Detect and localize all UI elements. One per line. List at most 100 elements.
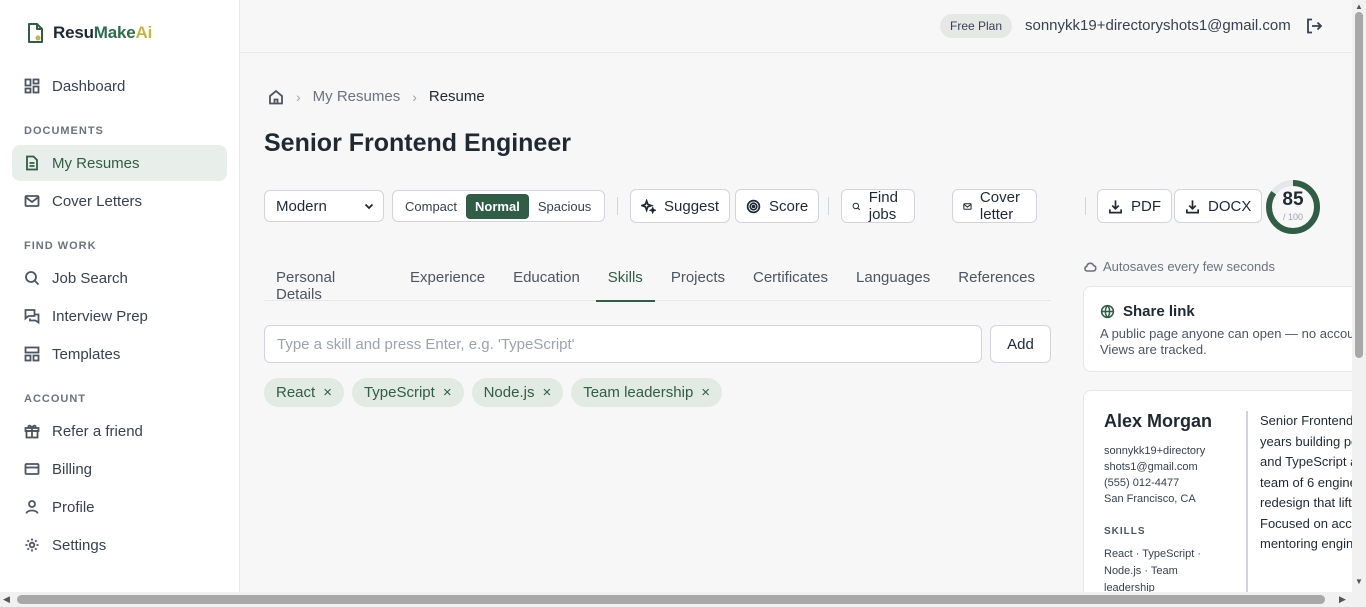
scroll-down-icon[interactable]: ▼ (1355, 577, 1363, 586)
chevron-right-icon: › (412, 88, 417, 105)
download-icon (1186, 199, 1199, 213)
remove-skill-icon[interactable]: × (443, 384, 452, 401)
horizontal-scroll-thumb[interactable] (17, 595, 1325, 604)
share-link-label: Share link (1123, 303, 1195, 320)
sidebar-item-label: Refer a friend (52, 422, 143, 440)
skill-input[interactable]: Type a skill and press Enter, e.g. 'Type… (264, 325, 982, 363)
tab-certificates[interactable]: Certificates (741, 263, 840, 301)
gear-icon (25, 538, 39, 552)
skill-chip-label: Team leadership (583, 384, 694, 401)
density-normal[interactable]: Normal (466, 193, 529, 219)
find-jobs-button[interactable]: Find jobs (841, 189, 916, 223)
scroll-right-icon[interactable]: ▶ (1339, 594, 1346, 605)
remove-skill-icon[interactable]: × (323, 384, 332, 401)
logout-button[interactable] (1305, 17, 1323, 35)
remove-skill-icon[interactable]: × (542, 384, 551, 401)
chevron-right-icon: › (296, 88, 301, 105)
plan-badge: Free Plan (940, 14, 1013, 38)
pdf-label: PDF (1131, 197, 1161, 215)
sidebar-item-my-resumes[interactable]: My Resumes (12, 145, 227, 181)
search-icon (852, 202, 861, 210)
preview-skills-heading: SKILLS (1104, 526, 1146, 537)
dashboard-icon (24, 78, 40, 94)
density-spacious[interactable]: Spacious (529, 194, 600, 219)
nav-section-find-work: FIND WORK (24, 240, 97, 252)
vertical-scrollbar[interactable]: ▲ ▼ (1352, 0, 1366, 592)
nav-section-documents: DOCUMENTS (24, 125, 104, 137)
autosave-text: Autosaves every few seconds (1103, 259, 1275, 274)
template-select[interactable]: Modern (264, 190, 384, 222)
app-logo[interactable]: ResuMakeAi (25, 22, 152, 44)
share-link-card[interactable]: Share link A public page anyone can open… (1083, 286, 1352, 372)
preview-contact: sonnykk19+directoryshots1@gmail.com (555… (1104, 443, 1208, 507)
template-select-value: Modern (276, 197, 327, 215)
skill-chip-label: TypeScript (363, 384, 435, 401)
credit-card-icon (24, 463, 40, 475)
skill-chip: Node.js × (471, 378, 564, 407)
sidebar-item-label: Cover Letters (52, 192, 143, 210)
sidebar-item-profile[interactable]: Profile (12, 489, 227, 525)
sidebar-item-label: Templates (52, 345, 121, 363)
density-toggle: Compact Normal Spacious (392, 190, 605, 222)
tab-skills[interactable]: Skills (595, 263, 655, 302)
breadcrumb: › My Resumes › Resume (268, 88, 485, 105)
preview-divider (1246, 411, 1248, 592)
logo-text-resu: Resu (53, 23, 94, 42)
sparkle-icon (641, 198, 656, 214)
score-button[interactable]: Score (735, 189, 820, 223)
density-compact[interactable]: Compact (396, 194, 466, 219)
sidebar-item-label: Dashboard (52, 77, 126, 95)
sidebar-item-job-search[interactable]: Job Search (12, 260, 227, 296)
skill-chip: TypeScript × (351, 378, 464, 407)
chat-icon (24, 309, 40, 324)
logo-text: ResuMakeAi (53, 23, 152, 43)
logo-text-ai: Ai (135, 23, 153, 42)
main-content: › My Resumes › Resume Senior Frontend En… (240, 53, 1352, 592)
suggest-label: Suggest (664, 197, 720, 215)
preview-email: sonnykk19+directoryshots1@gmail.com (1104, 445, 1206, 473)
sidebar-item-refer[interactable]: Refer a friend (12, 413, 227, 449)
score-value: 85 (1282, 189, 1304, 210)
add-skill-button[interactable]: Add (990, 325, 1051, 363)
tab-personal-details[interactable]: Personal Details (264, 263, 394, 303)
preview-summary: Senior Frontend Engineer with 8+ years b… (1260, 413, 1352, 551)
skill-chip-label: React (276, 384, 316, 401)
mail-icon (963, 202, 972, 210)
tab-references[interactable]: References (946, 263, 1047, 301)
sidebar-item-billing[interactable]: Billing (12, 451, 227, 487)
tab-experience[interactable]: Experience (398, 263, 497, 301)
docx-label: DOCX (1208, 197, 1252, 215)
document-icon (26, 155, 38, 171)
breadcrumb-my-resumes[interactable]: My Resumes (313, 88, 401, 105)
score-max: / 100 (1282, 212, 1304, 222)
cover-letter-button[interactable]: Cover letter (952, 189, 1038, 223)
vertical-scroll-thumb[interactable] (1355, 12, 1363, 358)
sidebar-item-label: My Resumes (52, 154, 140, 172)
sidebar-item-label: Billing (52, 460, 93, 478)
scroll-up-icon[interactable]: ▲ (1355, 2, 1363, 11)
horizontal-scrollbar[interactable]: ◀ ▶ (0, 592, 1366, 607)
templates-icon (24, 346, 40, 362)
docx-download-button[interactable]: DOCX (1174, 189, 1263, 223)
sidebar-item-dashboard[interactable]: Dashboard (12, 68, 227, 104)
sidebar-item-templates[interactable]: Templates (12, 336, 227, 372)
toolbar-divider (828, 197, 829, 215)
home-icon[interactable] (268, 89, 284, 105)
pdf-download-button[interactable]: PDF (1097, 189, 1172, 223)
tab-projects[interactable]: Projects (659, 263, 737, 301)
tab-languages[interactable]: Languages (844, 263, 942, 301)
scroll-left-icon[interactable]: ◀ (3, 594, 10, 605)
skill-chip: React × (264, 378, 344, 407)
preview-location: San Francisco, CA (1104, 493, 1196, 505)
remove-skill-icon[interactable]: × (701, 384, 710, 401)
toolbar-divider (1085, 197, 1086, 215)
sidebar-item-interview-prep[interactable]: Interview Prep (12, 298, 227, 334)
sidebar-item-settings[interactable]: Settings (12, 527, 227, 563)
tab-education[interactable]: Education (501, 263, 592, 301)
sidebar-item-cover-letters[interactable]: Cover Letters (12, 183, 227, 219)
suggest-button[interactable]: Suggest (630, 189, 731, 223)
skill-chips: React × TypeScript × Node.js × Team leaders… (264, 378, 723, 407)
gift-icon (24, 424, 40, 439)
preview-skills: React · TypeScript · Node.js · Team lead… (1104, 548, 1201, 592)
resume-score-gauge: 85 / 100 (1265, 179, 1321, 235)
